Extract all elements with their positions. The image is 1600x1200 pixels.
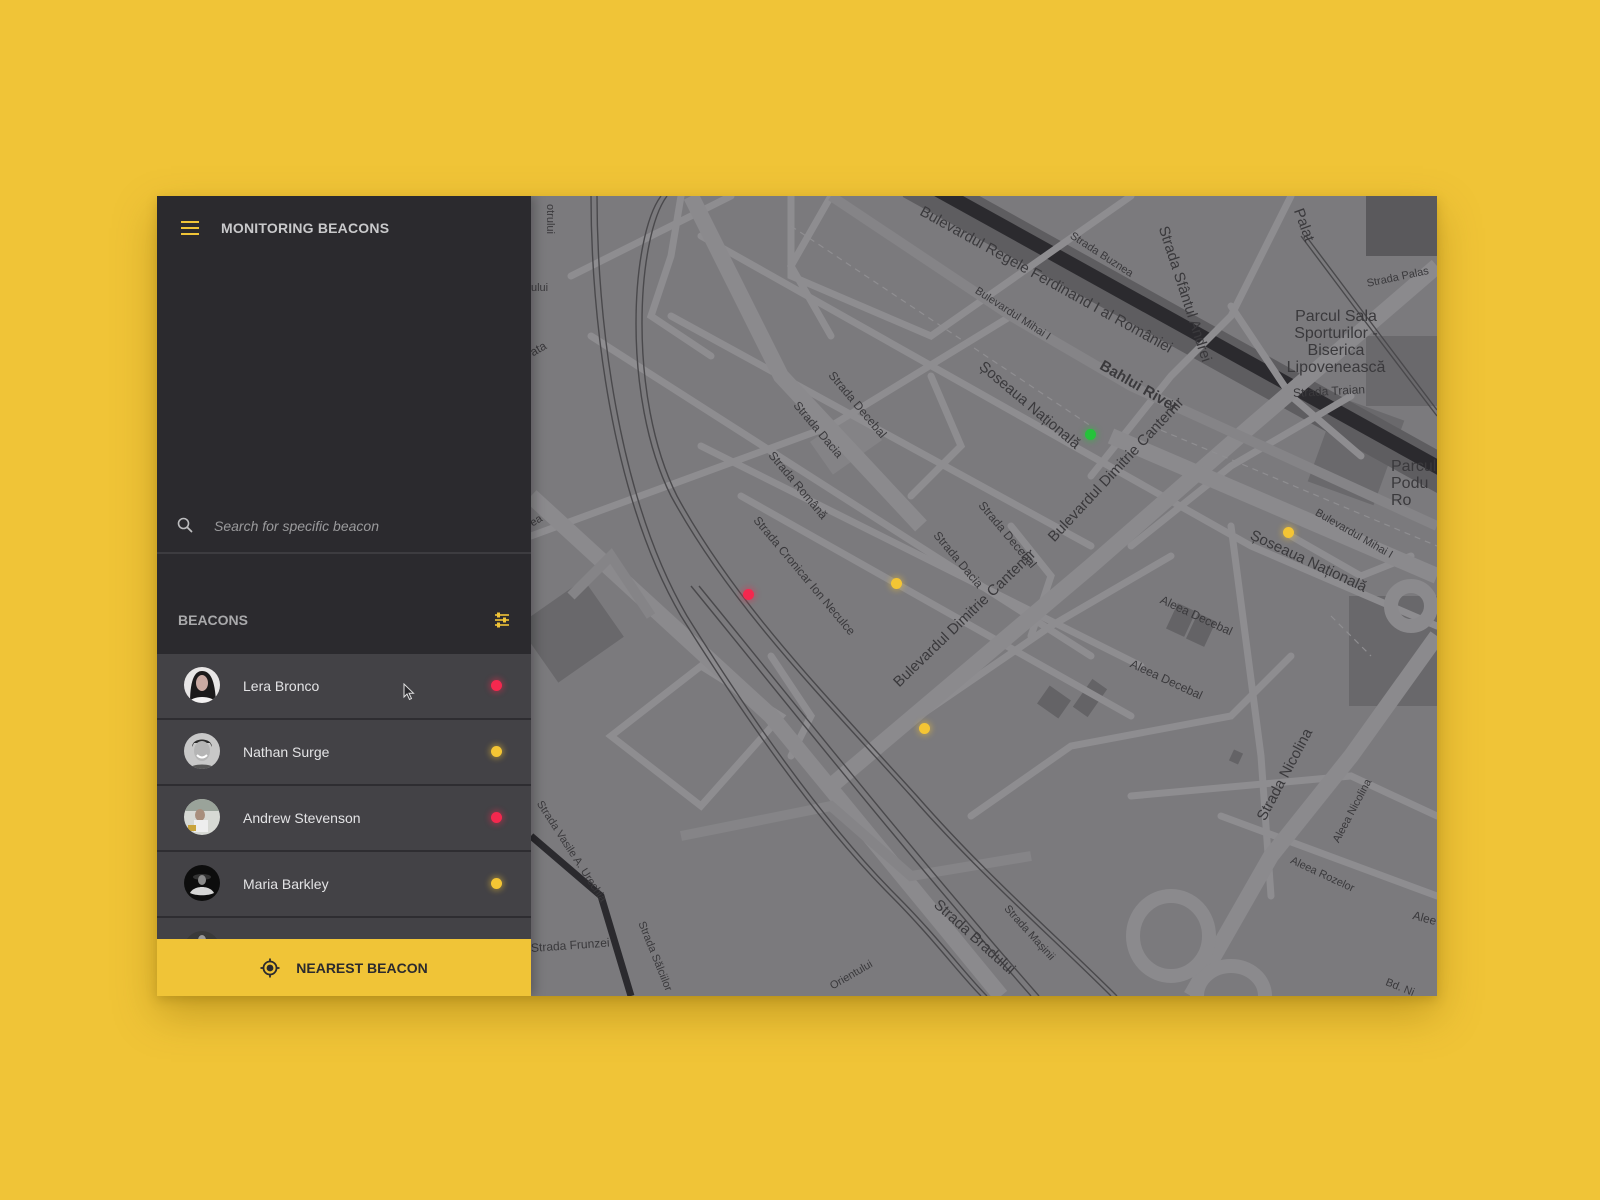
map-beacon-marker-yellow[interactable] (919, 723, 930, 734)
avatar (184, 733, 220, 769)
mouse-cursor-icon (403, 683, 415, 701)
map-beacon-marker-yellow[interactable] (1283, 527, 1294, 538)
status-dot-yellow (491, 878, 502, 889)
beacons-section-header: BEACONS (157, 584, 531, 654)
status-dot-yellow (491, 746, 502, 757)
beacon-list-item[interactable]: Maria Barkley (157, 852, 531, 918)
beacon-name: Maria Barkley (243, 876, 329, 892)
app-window: MONITORING BEACONS BEACONS (157, 196, 1437, 996)
search-bar (157, 506, 531, 554)
crosshair-location-icon (260, 958, 280, 977)
map-view[interactable]: Bulevardul Regele Ferdinand I al Românie… (531, 196, 1437, 996)
map-beacon-marker-red[interactable] (743, 589, 754, 600)
beacon-list: Lera Bronco Nathan Surge Andrew Stevenso… (157, 654, 531, 984)
app-title: MONITORING BEACONS (221, 220, 390, 236)
map-beacon-marker-yellow[interactable] (891, 578, 902, 589)
status-dot-red (491, 680, 502, 691)
map-poi-label: Parcul Podu Ro (1391, 458, 1437, 509)
beacon-list-item[interactable]: Andrew Stevenson (157, 786, 531, 852)
nearest-beacon-button[interactable]: NEAREST BEACON (157, 939, 531, 996)
search-icon (177, 517, 193, 533)
beacon-list-item[interactable]: Nathan Surge (157, 720, 531, 786)
beacon-list-item[interactable]: Lera Bronco (157, 654, 531, 720)
avatar (184, 799, 220, 835)
map-beacon-marker-green[interactable] (1085, 429, 1096, 440)
map-street-label: otrului (544, 204, 556, 234)
beacon-name: Andrew Stevenson (243, 810, 361, 826)
beacon-name: Nathan Surge (243, 744, 330, 760)
nearest-beacon-label: NEAREST BEACON (296, 959, 428, 976)
status-dot-red (491, 812, 502, 823)
avatar (184, 865, 220, 901)
sliders-filter-icon[interactable] (494, 612, 510, 628)
beacons-section-title: BEACONS (178, 612, 249, 628)
search-input[interactable] (212, 510, 516, 542)
sidebar: MONITORING BEACONS BEACONS (157, 196, 531, 996)
avatar (184, 667, 220, 703)
map-street-label: ului (531, 282, 549, 294)
hamburger-menu-icon[interactable] (181, 221, 199, 235)
top-bar: MONITORING BEACONS (157, 196, 531, 262)
map-poi-label: Parcul Sala Sporturilor - Biserica Lipov… (1286, 308, 1386, 376)
beacon-name: Lera Bronco (243, 678, 320, 694)
